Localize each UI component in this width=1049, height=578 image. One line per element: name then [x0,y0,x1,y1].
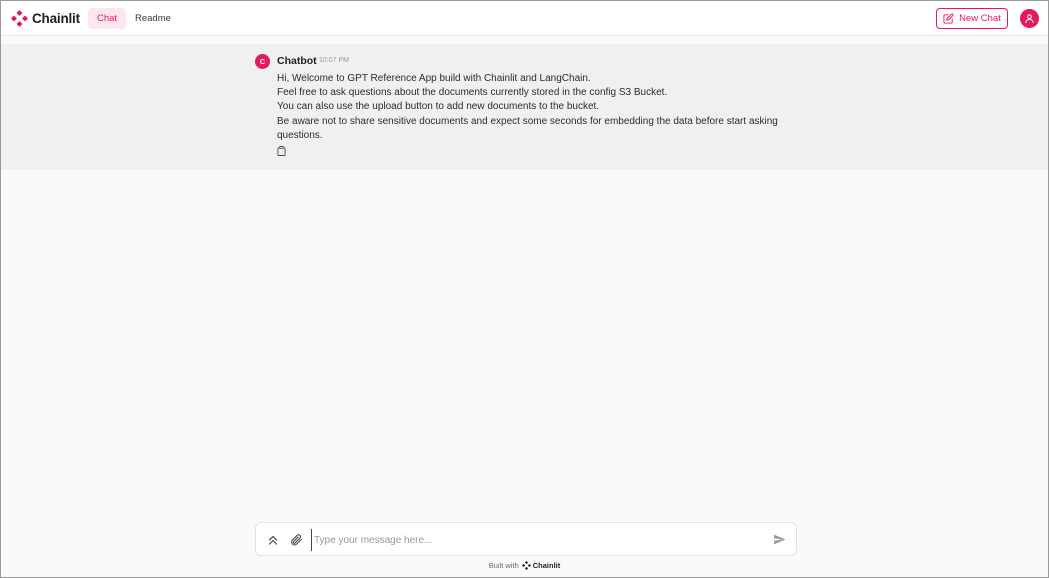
edit-icon [943,13,954,24]
message-author: Chatbot [277,55,317,67]
message-line: Hi, Welcome to GPT Reference App build w… [277,73,591,84]
message-line: Be aware not to share sensitive document… [277,115,778,141]
message-content: Hi, Welcome to GPT Reference App build w… [277,72,797,143]
message-input[interactable] [311,529,751,551]
tab-readme[interactable]: Readme [126,8,180,29]
chainlit-logo-icon [521,561,531,570]
footer-brand-link[interactable]: Chainlit [521,561,561,570]
brand-name: Chainlit [32,11,80,26]
footer: Built with Chainlit [1,561,1048,570]
chevrons-up-icon[interactable] [266,533,280,547]
new-chat-button[interactable]: New Chat [936,8,1008,29]
top-bar: Chainlit Chat Readme New Chat [1,1,1048,36]
user-icon [1025,14,1034,24]
paperclip-icon[interactable] [289,533,303,547]
message-time: 10:07 PM [319,57,349,64]
chainlit-logo-icon [11,10,28,27]
new-chat-label: New Chat [959,13,1001,24]
message-line: Feel free to ask questions about the doc… [277,87,668,99]
brand-logo[interactable]: Chainlit [11,10,80,27]
footer-built-with: Built with [488,561,519,570]
send-icon[interactable] [773,533,786,546]
user-menu-button[interactable] [1020,9,1039,28]
message-line: You can also use the upload button to ad… [277,101,600,113]
composer [255,522,797,556]
tab-chat[interactable]: Chat [88,8,127,29]
copy-icon[interactable] [277,146,286,156]
bot-avatar: C [255,54,270,69]
footer-brand-name: Chainlit [532,561,561,570]
